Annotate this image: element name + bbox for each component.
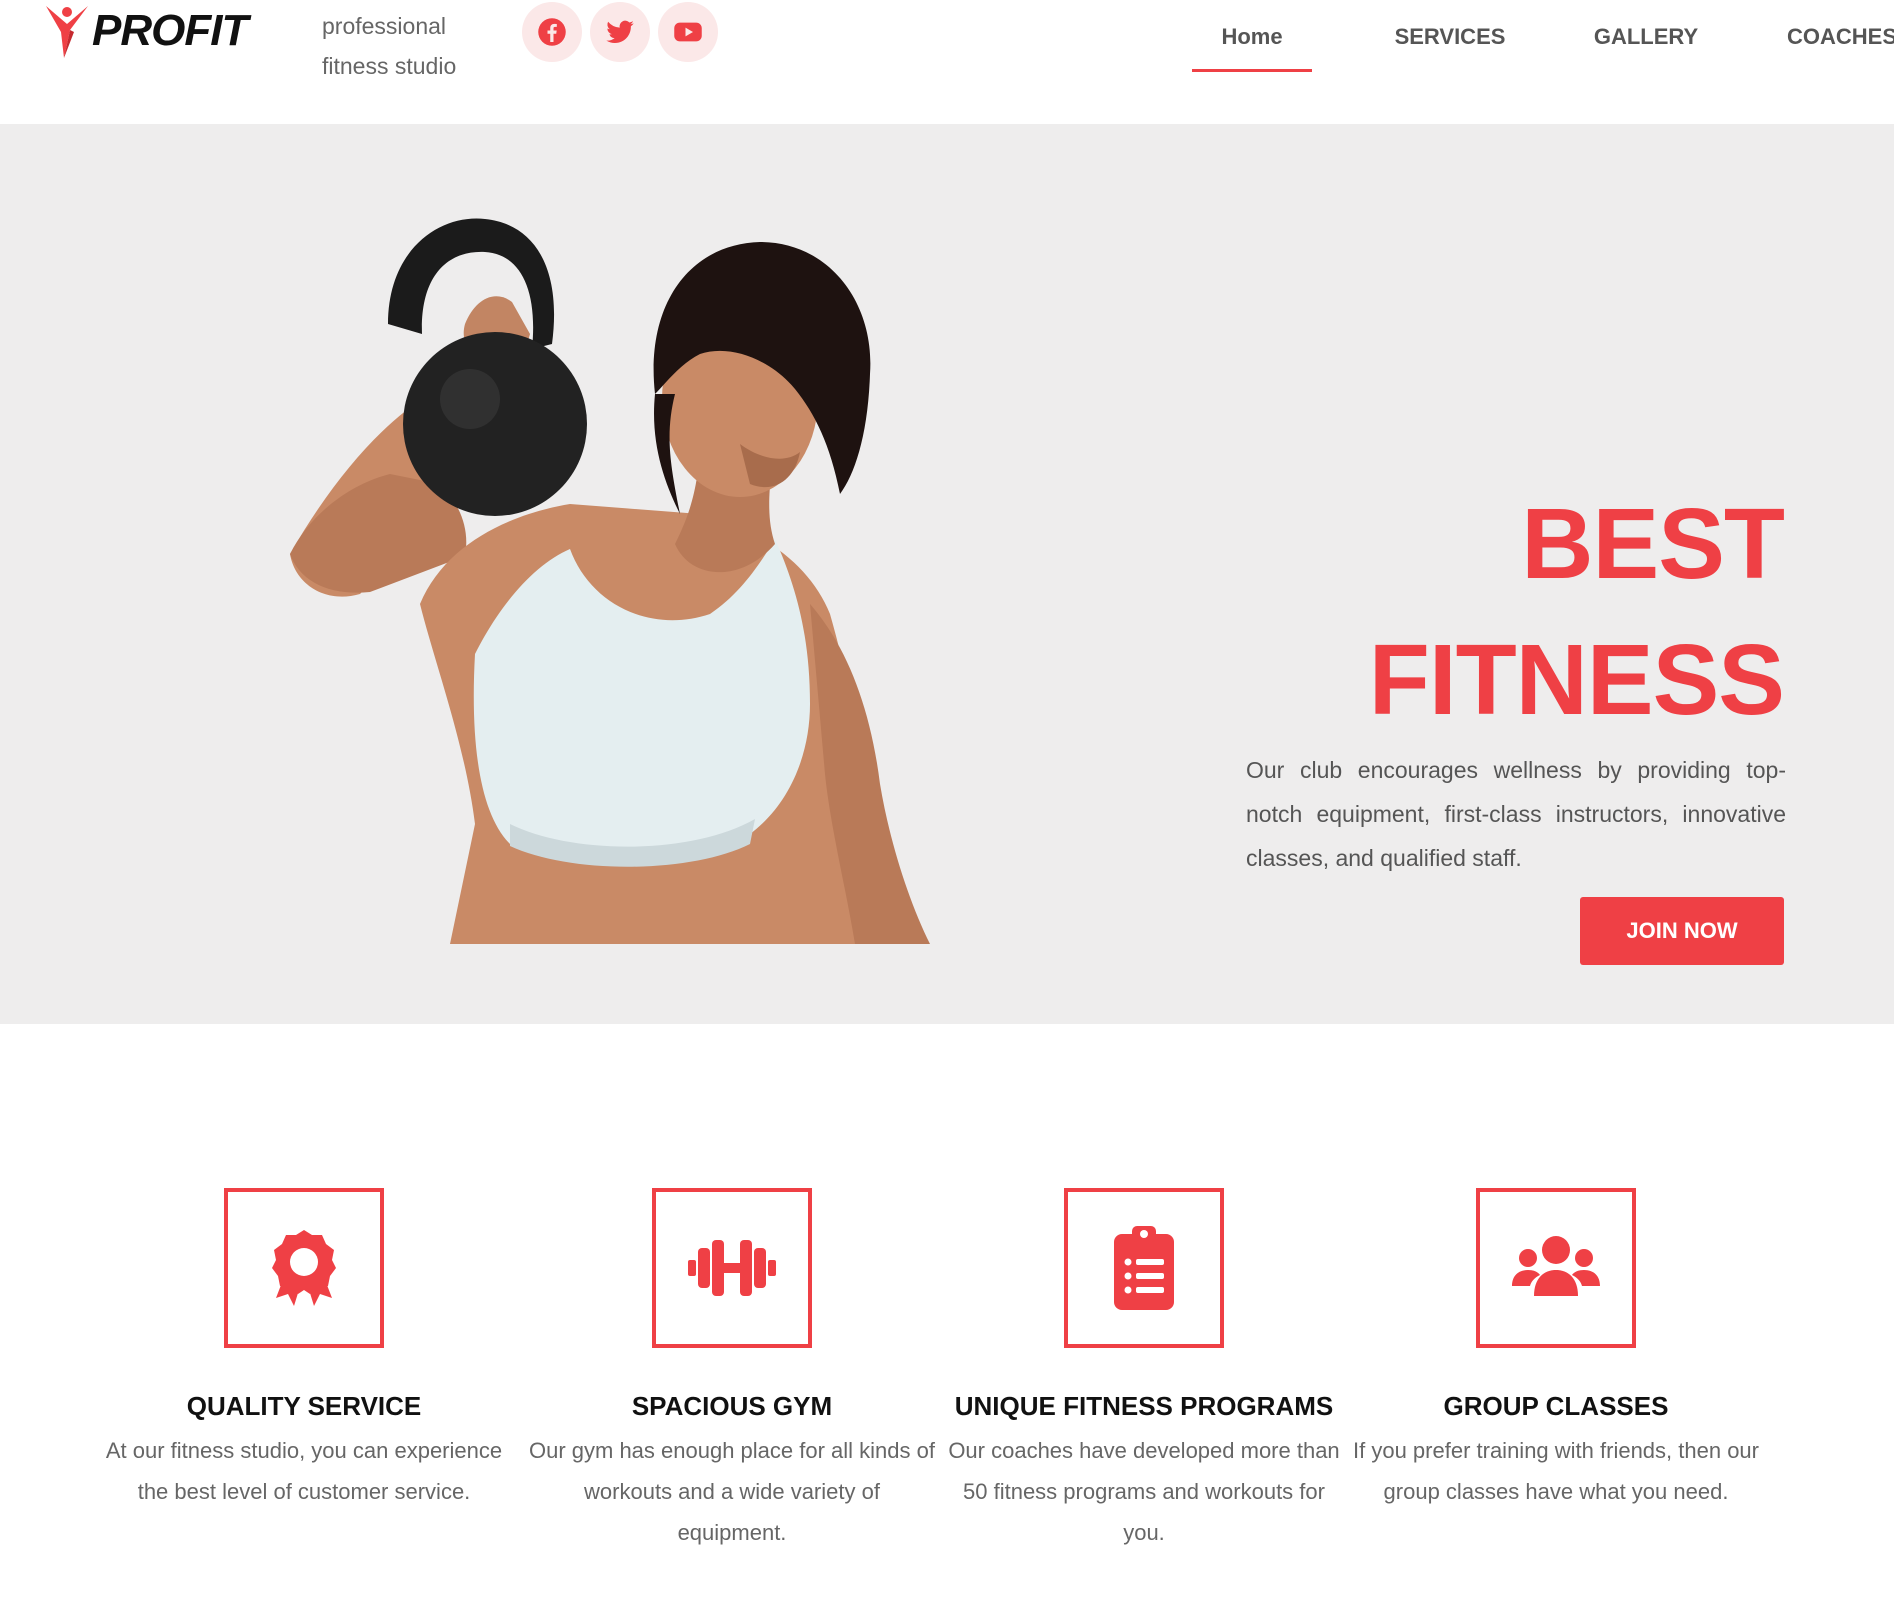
brand-name: PROFIT	[92, 6, 248, 55]
logo-figure-icon	[46, 6, 88, 58]
clipboard-list-icon	[1114, 1226, 1174, 1310]
twitter-link[interactable]	[590, 2, 650, 62]
dumbbell-icon	[688, 1240, 776, 1296]
join-now-button[interactable]: JOIN NOW	[1580, 897, 1784, 965]
hero-title-line-1: BEST	[1521, 488, 1785, 600]
feature-card: SPACIOUS GYM Our gym has enough place fo…	[522, 1188, 942, 1553]
youtube-icon	[674, 22, 702, 42]
hero-title-line-2: FITNESS	[1368, 624, 1785, 736]
site-header: PROFIT professional fitness studio Home …	[0, 0, 1894, 124]
hero-section: BEST FITNESS Our club encourages wellnes…	[0, 124, 1894, 1024]
feature-icon-box	[1476, 1188, 1636, 1348]
brand-tagline: professional fitness studio	[322, 13, 457, 79]
brand-logo[interactable]: PROFIT	[44, 2, 248, 60]
group-users-icon	[1512, 1236, 1600, 1296]
social-links	[522, 2, 718, 62]
feature-card: GROUP CLASSES If you prefer training wit…	[1346, 1188, 1766, 1512]
feature-title: QUALITY SERVICE	[186, 1391, 422, 1421]
feature-title: GROUP CLASSES	[1443, 1391, 1669, 1421]
nav-coaches[interactable]: COACHES	[1772, 0, 1894, 72]
feature-text: Our coaches have developed more than 50 …	[948, 1438, 1340, 1545]
feature-text: If you prefer training with friends, the…	[1353, 1438, 1759, 1504]
features-section: QUALITY SERVICE At our fitness studio, y…	[0, 1024, 1894, 1608]
feature-icon-box	[1064, 1188, 1224, 1348]
feature-title: SPACIOUS GYM	[631, 1391, 833, 1421]
nav-home[interactable]: Home	[1180, 0, 1324, 72]
feature-icon-box	[224, 1188, 384, 1348]
nav-services[interactable]: SERVICES	[1380, 0, 1520, 72]
main-nav: Home SERVICES GALLERY COACHES	[1180, 0, 1894, 74]
feature-title: UNIQUE FITNESS PROGRAMS	[954, 1391, 1334, 1421]
facebook-link[interactable]	[522, 2, 582, 62]
hero-description: Our club encourages wellness by providin…	[1246, 757, 1786, 871]
facebook-icon	[538, 18, 566, 46]
hero-athlete-image	[290, 218, 930, 944]
feature-text: Our gym has enough place for all kinds o…	[528, 1438, 935, 1545]
twitter-icon	[606, 20, 634, 44]
nav-gallery[interactable]: GALLERY	[1576, 0, 1716, 72]
award-ribbon-icon	[272, 1230, 336, 1306]
feature-icon-box	[652, 1188, 812, 1348]
hero-title: BEST FITNESS	[1368, 476, 1785, 748]
youtube-link[interactable]	[658, 2, 718, 62]
feature-card: QUALITY SERVICE At our fitness studio, y…	[94, 1188, 514, 1512]
feature-card: UNIQUE FITNESS PROGRAMS Our coaches have…	[934, 1188, 1354, 1553]
feature-text: At our fitness studio, you can experienc…	[105, 1438, 503, 1504]
